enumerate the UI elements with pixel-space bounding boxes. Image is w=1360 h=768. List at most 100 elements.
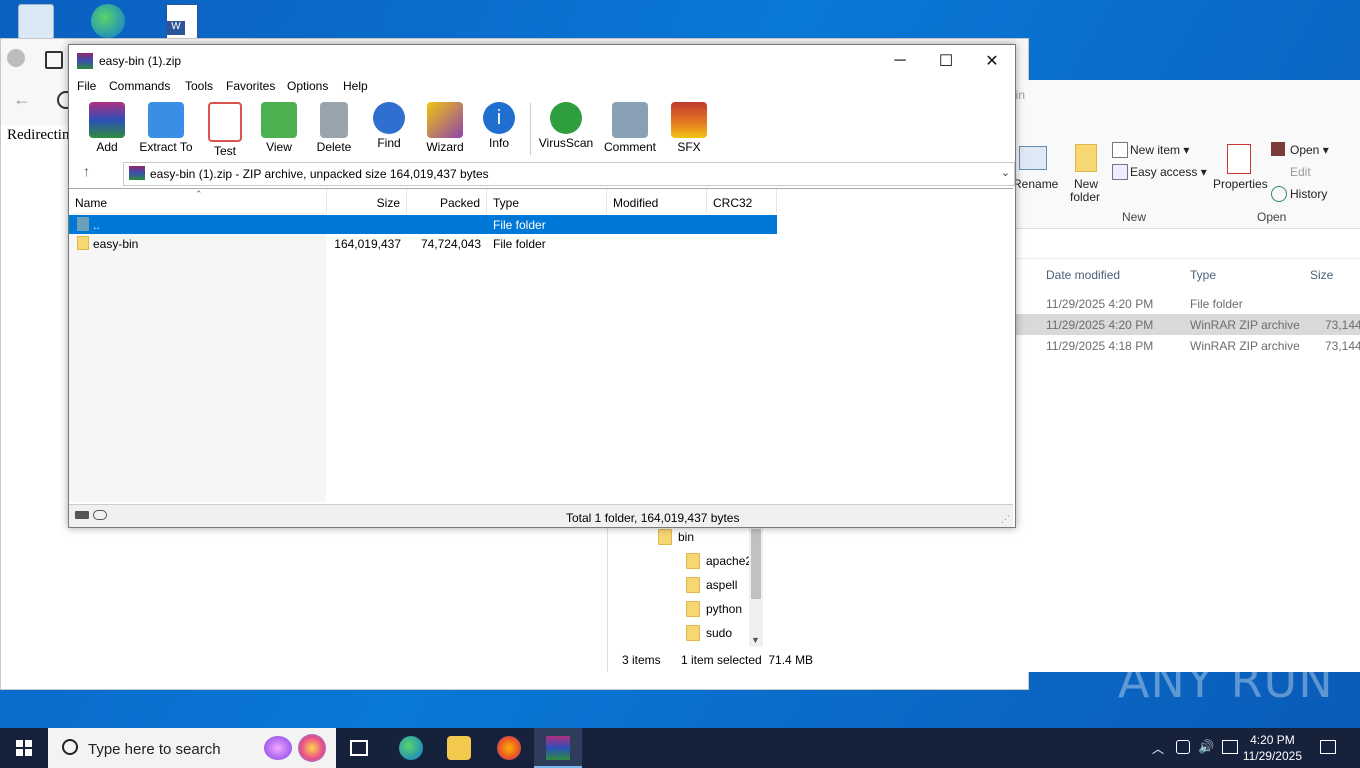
- network-icon[interactable]: [1222, 740, 1238, 754]
- clock-date: 11/29/2025: [1242, 749, 1302, 763]
- info-button[interactable]: i Info: [464, 99, 534, 150]
- tree-scrollbar[interactable]: ▼: [749, 525, 763, 647]
- address-dropdown-icon[interactable]: ⌄: [1001, 166, 1010, 179]
- menu-commands[interactable]: Commands: [109, 79, 170, 93]
- col-size[interactable]: Size: [1310, 268, 1333, 282]
- extract-folder-icon: [148, 102, 184, 138]
- file-explorer-taskbar-icon[interactable]: [447, 736, 471, 760]
- row-type: WinRAR ZIP archive: [1190, 339, 1300, 353]
- explorer-address: [1013, 234, 1360, 259]
- minimize-button[interactable]: ─: [877, 45, 923, 77]
- search-box[interactable]: Type here to search: [48, 728, 336, 768]
- col-modified[interactable]: Modified: [607, 189, 707, 213]
- tree-item[interactable]: aspell: [686, 575, 737, 595]
- row-size: 164,019,437: [334, 237, 401, 251]
- start-button[interactable]: [16, 740, 32, 756]
- edit-button[interactable]: Edit: [1290, 165, 1311, 179]
- recycle-bin-icon[interactable]: [14, 4, 58, 40]
- menu-bar: File Commands Tools Favorites Options He…: [69, 77, 1015, 97]
- folder-icon: [77, 236, 89, 250]
- edge-desktop-icon[interactable]: [86, 4, 130, 40]
- scroll-down-icon[interactable]: ▼: [751, 635, 760, 645]
- col-packed[interactable]: Packed: [407, 189, 487, 213]
- sort-arrow-icon: ⌃: [195, 189, 203, 199]
- rename-icon: [1019, 146, 1047, 170]
- new-folder-button[interactable]: New: [1074, 177, 1098, 191]
- anyrun-watermark: ANY RUN: [1118, 654, 1334, 708]
- folder-icon: [686, 577, 700, 593]
- col-type[interactable]: Type: [487, 189, 607, 213]
- items-count: 3 items: [622, 653, 661, 667]
- up-one-level-icon[interactable]: ↑: [83, 163, 90, 179]
- list-row-parent[interactable]: .. File folder: [69, 215, 777, 234]
- history-icon: [1271, 186, 1287, 202]
- virus-scan-icon: [550, 102, 582, 134]
- menu-file[interactable]: File: [77, 79, 96, 93]
- open-icon: [1271, 142, 1285, 156]
- word-doc-desktop-icon[interactable]: W: [160, 4, 204, 40]
- row-type: File folder: [493, 218, 546, 232]
- virusscan-button[interactable]: VirusScan: [531, 99, 601, 150]
- volume-icon[interactable]: 🔊: [1198, 739, 1214, 755]
- task-view-icon[interactable]: [350, 740, 368, 756]
- trash-icon: [320, 102, 348, 138]
- col-size[interactable]: Size: [327, 189, 407, 213]
- col-date-modified[interactable]: Date modified: [1046, 268, 1120, 282]
- history-button[interactable]: History: [1290, 187, 1327, 201]
- easy-access-button[interactable]: Easy access ▾: [1130, 165, 1207, 179]
- explorer-ribbon: bin Rename New folder New item ▾ Easy ac…: [1009, 80, 1360, 229]
- sfx-button[interactable]: SFX: [654, 99, 724, 154]
- menu-tools[interactable]: Tools: [185, 79, 213, 93]
- resize-grip-icon[interactable]: ⋰: [1001, 514, 1010, 525]
- address-text: easy-bin (1).zip - ZIP archive, unpacked…: [150, 167, 489, 181]
- easy-access-icon: [1112, 164, 1128, 180]
- name-column-bg: [69, 213, 326, 502]
- page-text: Redirectin: [7, 127, 70, 143]
- rename-button[interactable]: Rename: [1013, 177, 1058, 191]
- scroll-thumb[interactable]: [751, 529, 761, 599]
- new-item-button[interactable]: New item ▾: [1130, 143, 1189, 157]
- notifications-icon[interactable]: [1320, 740, 1336, 754]
- tray-chevron-icon[interactable]: ︿: [1152, 740, 1164, 757]
- edge-taskbar-icon[interactable]: [399, 736, 423, 760]
- properties-button[interactable]: Properties: [1213, 177, 1268, 191]
- new-folder-label2: folder: [1070, 190, 1101, 204]
- tree-item[interactable]: sudo: [686, 623, 732, 643]
- taskbar: Type here to search ︿ 🔊 4:20 PM 11/29/20…: [0, 728, 1360, 768]
- row-date: 11/29/2025 4:20 PM: [1046, 297, 1154, 311]
- view-book-icon: [261, 102, 297, 138]
- open-button[interactable]: Open ▾: [1290, 143, 1329, 157]
- firefox-taskbar-icon[interactable]: [497, 736, 521, 760]
- menu-options[interactable]: Options: [287, 79, 328, 93]
- status-text: Total 1 folder, 164,019,437 bytes: [566, 511, 740, 525]
- tab-actions-icon[interactable]: [45, 51, 63, 69]
- tree-item[interactable]: bin: [658, 527, 694, 547]
- tree-item[interactable]: python: [686, 599, 742, 619]
- file-list: Name ⌃ Size Packed Type Modified CRC32 .…: [69, 188, 1013, 502]
- menu-favorites[interactable]: Favorites: [226, 79, 275, 93]
- row-size: 73,144: [1325, 339, 1360, 353]
- winrar-taskbar-icon: [546, 736, 570, 760]
- col-type[interactable]: Type: [1190, 268, 1216, 282]
- status-bar: Total 1 folder, 164,019,437 bytes ⋰: [69, 504, 1013, 527]
- winrar-titlebar[interactable]: easy-bin (1).zip ─ ☐ ✕: [69, 45, 1015, 77]
- winrar-taskbar-button[interactable]: [534, 728, 582, 768]
- wand-icon: [427, 102, 463, 138]
- profile-icon[interactable]: [7, 49, 25, 67]
- col-crc32[interactable]: CRC32: [707, 189, 777, 213]
- clock[interactable]: 4:20 PM 11/29/2025: [1243, 732, 1302, 764]
- menu-help[interactable]: Help: [343, 79, 368, 93]
- meet-now-icon[interactable]: [1176, 740, 1190, 754]
- tree-item[interactable]: apache2: [686, 551, 752, 571]
- close-button[interactable]: ✕: [969, 45, 1015, 77]
- window-title: easy-bin (1).zip: [99, 54, 182, 68]
- list-row[interactable]: easy-bin 164,019,437 74,724,043 File fol…: [69, 234, 777, 253]
- back-icon[interactable]: ←: [13, 89, 31, 110]
- windows-logo-icon: [16, 740, 23, 747]
- search-highlight-icon-2: [298, 734, 326, 762]
- folder-icon: [686, 625, 700, 641]
- address-bar[interactable]: easy-bin (1).zip - ZIP archive, unpacked…: [123, 162, 1015, 186]
- search-placeholder: Type here to search: [88, 741, 221, 758]
- maximize-button[interactable]: ☐: [923, 45, 969, 77]
- row-packed: 74,724,043: [420, 237, 481, 251]
